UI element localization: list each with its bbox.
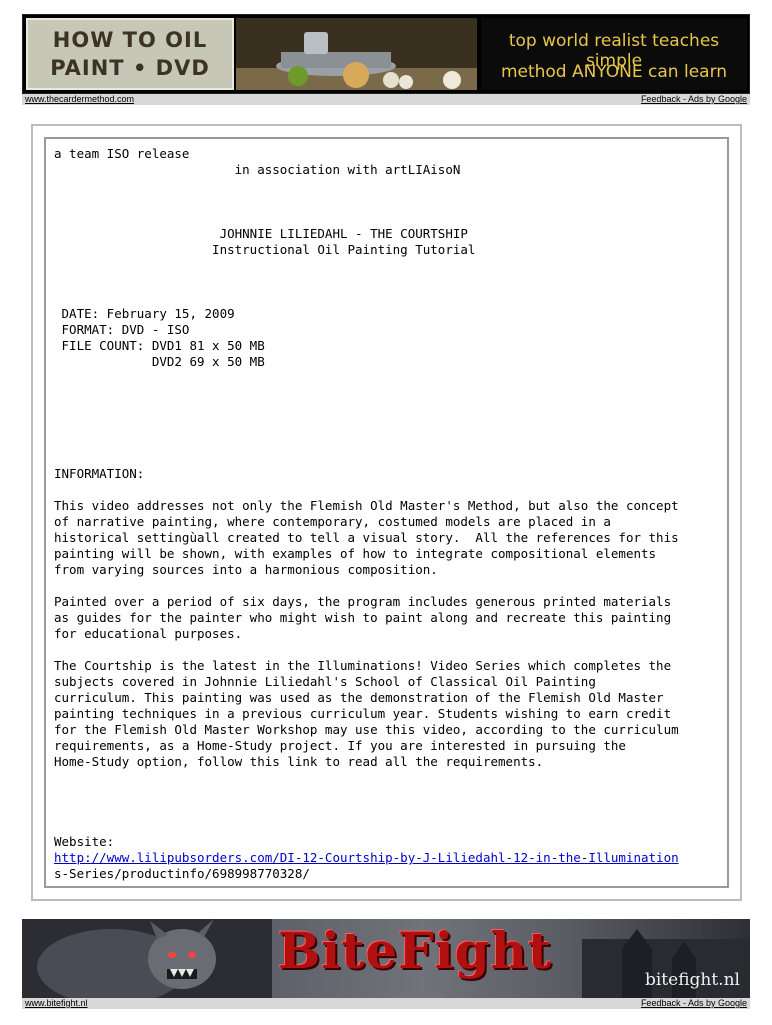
website-label: Website: — [54, 834, 115, 849]
still-life-illustration — [236, 18, 477, 90]
release-line: a team ISO release — [54, 146, 190, 161]
association-line: in association with artLIAisoN — [54, 162, 461, 177]
ad-logo-line2: PAINT • DVD — [50, 56, 210, 80]
top-ad-feedback-link[interactable]: Feedback - Ads by Google — [641, 94, 747, 105]
website-link[interactable]: http://www.lilipubsorders.com/DI-12-Cour… — [54, 850, 679, 865]
website-link-continuation: s-Series/productinfo/698998770328/ — [54, 866, 310, 881]
garlic-shape — [383, 72, 399, 88]
info-paragraph-1: This video addresses not only the Flemis… — [54, 498, 679, 577]
bottom-ad-footer: www.bitefight.nl Feedback - Ads by Googl… — [22, 998, 750, 1009]
nfo-text: a team ISO release in association with a… — [54, 146, 679, 882]
bottom-banner-ad[interactable]: BiteFight bitefight.nl — [22, 919, 750, 998]
ad-tagline-line2: method ANYONE can learn — [500, 62, 728, 82]
information-heading: INFORMATION: — [54, 466, 145, 481]
nfo-inner-frame: a team ISO release in association with a… — [44, 137, 729, 888]
title-line: JOHNNIE LILIEDAHL - THE COURTSHIP — [54, 226, 468, 241]
bitefight-logo-title: BiteFight — [278, 921, 553, 980]
ad-logo-box[interactable]: HOW TO OIL PAINT • DVD — [26, 18, 234, 90]
info-paragraph-3: The Courtship is the latest in the Illum… — [54, 658, 679, 769]
top-ad-footer: www.thecardermethod.com Feedback - Ads b… — [22, 94, 750, 105]
top-ad-link[interactable]: www.thecardermethod.com — [25, 94, 134, 105]
subtitle-line: Instructional Oil Painting Tutorial — [54, 242, 476, 257]
ad-logo-line1: HOW TO OIL — [52, 28, 208, 52]
release-info-block: DATE: February 15, 2009 FORMAT: DVD - IS… — [61, 306, 265, 369]
pitcher-shape — [304, 32, 328, 54]
top-banner-ad[interactable]: HOW TO OIL PAINT • DVD top world realist… — [22, 14, 750, 94]
bottom-ad-feedback-link[interactable]: Feedback - Ads by Google — [641, 998, 747, 1009]
bottom-ad-link[interactable]: www.bitefight.nl — [25, 998, 88, 1009]
info-paragraph-2: Painted over a period of six days, the p… — [54, 594, 672, 641]
lime-shape — [288, 66, 308, 86]
ad-still-life-image[interactable] — [236, 18, 477, 90]
bitefight-domain-text: bitefight.nl — [644, 970, 740, 990]
nfo-outer-frame: a team ISO release in association with a… — [31, 124, 742, 901]
ad-tagline[interactable]: top world realist teaches simple method … — [481, 18, 747, 90]
onion-shape — [343, 62, 369, 88]
